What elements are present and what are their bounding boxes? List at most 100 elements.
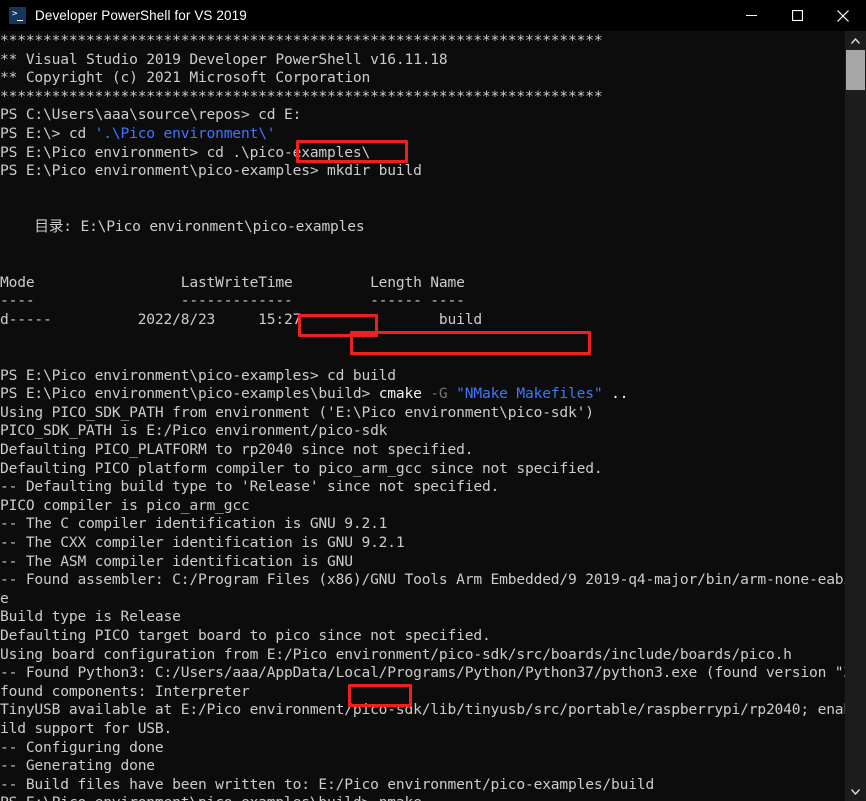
console-line: found components: Interpreter — [0, 683, 845, 702]
console-text: d----- 2022/8/23 15:27 build — [0, 310, 482, 328]
window-controls — [728, 0, 866, 31]
vertical-scrollbar[interactable] — [845, 31, 866, 801]
console-line: -- Configuring done — [0, 739, 845, 758]
console-text: -- Found Python3: C:/Users/aaa/AppData/L… — [0, 664, 845, 682]
console-line: PS E:\Pico environment\pico-examples> cd… — [0, 367, 845, 386]
console-text: cd build — [327, 366, 396, 384]
console-line: ** Visual Studio 2019 Developer PowerShe… — [0, 51, 845, 70]
console-text: Using board configuration from E:/Pico e… — [0, 645, 792, 663]
console-text: -- The ASM compiler identification is GN… — [0, 552, 353, 570]
console-line: -- The C compiler identification is GNU … — [0, 515, 845, 534]
console-text: e — [0, 589, 9, 607]
console-line: PICO compiler is pico_arm_gcc — [0, 497, 845, 516]
console-line: Using PICO_SDK_PATH from environment ('E… — [0, 404, 845, 423]
console-text: found components: Interpreter — [0, 682, 250, 700]
console-line: -- The ASM compiler identification is GN… — [0, 553, 845, 572]
console-text: PS E:\Pico environment\pico-examples> — [0, 366, 328, 384]
console-text: ---- ------------- ------ ---- — [0, 292, 465, 310]
console-line: PS E:\Pico environment\pico-examples\bui… — [0, 794, 845, 801]
console-area: ****************************************… — [0, 31, 866, 801]
console-text: -- Found assembler: C:/Program Files (x8… — [0, 571, 845, 589]
console-line: ild support for USB. — [0, 720, 845, 739]
scroll-down-arrow-icon[interactable] — [845, 782, 866, 801]
console-text: -G — [430, 385, 457, 403]
console-line: ****************************************… — [0, 88, 845, 107]
console-line: Defaulting PICO platform compiler to pic… — [0, 460, 845, 479]
console-line: Using board configuration from E:/Pico e… — [0, 646, 845, 665]
console-line: d----- 2022/8/23 15:27 build — [0, 311, 845, 330]
console-line: TinyUSB available at E:/Pico environment… — [0, 701, 845, 720]
console-line: -- Generating done — [0, 757, 845, 776]
console-text: ****************************************… — [0, 87, 603, 105]
console-line: -- Found assembler: C:/Program Files (x8… — [0, 571, 845, 590]
console-text: cmake — [378, 385, 431, 403]
scrollbar-track[interactable] — [845, 50, 866, 782]
console-line: ****************************************… — [0, 32, 845, 51]
console-text: -- The CXX compiler identification is GN… — [0, 534, 405, 552]
minimize-button[interactable] — [728, 0, 774, 31]
console-line: PS E:\Pico environment> cd .\pico-exampl… — [0, 144, 845, 163]
console-line: Build type is Release — [0, 608, 845, 627]
console-text: ****************************************… — [0, 32, 603, 49]
console-text: Defaulting PICO_PLATFORM to rp2040 since… — [0, 441, 474, 459]
window-title: Developer PowerShell for VS 2019 — [35, 8, 247, 23]
console-line: PS E:\Pico environment\pico-examples\bui… — [0, 385, 845, 404]
console-text: ** Copyright (c) 2021 Microsoft Corporat… — [0, 69, 371, 87]
console-text: PS C:\Users\aaa\source\repos> cd E: — [0, 106, 302, 124]
terminal-window: > Developer PowerShell for VS 2019 *****… — [0, 0, 866, 801]
console-line: -- The CXX compiler identification is GN… — [0, 534, 845, 553]
console-line: -- Defaulting build type to 'Release' si… — [0, 478, 845, 497]
console-text: Build type is Release — [0, 608, 181, 626]
console-text: '.\Pico environment\' — [94, 124, 276, 142]
console-text: PS E:\Pico environment\pico-examples> — [0, 162, 328, 180]
title-bar[interactable]: > Developer PowerShell for VS 2019 — [0, 0, 866, 31]
console-text: -- Generating done — [0, 757, 155, 775]
console-text: -- The C compiler identification is GNU … — [0, 515, 388, 533]
scroll-up-arrow-icon[interactable] — [845, 31, 866, 50]
console-text: PS E:\Pico environment\pico-examples\bui… — [0, 385, 379, 403]
console-text: ** Visual Studio 2019 Developer PowerShe… — [0, 50, 448, 68]
console-text: TinyUSB available at E:/Pico environment… — [0, 701, 845, 719]
console-line: ---- ------------- ------ ---- — [0, 292, 845, 311]
console-output[interactable]: ****************************************… — [0, 31, 845, 801]
scrollbar-thumb[interactable] — [846, 50, 865, 90]
console-text: -- Defaulting build type to 'Release' si… — [0, 478, 500, 496]
console-text: "NMake Makefiles" — [456, 385, 603, 403]
console-text: .. — [602, 385, 629, 403]
console-text: Defaulting PICO target board to pico sin… — [0, 627, 491, 644]
console-line: -- Build files have been written to: E:/… — [0, 776, 845, 795]
console-line: ** Copyright (c) 2021 Microsoft Corporat… — [0, 69, 845, 88]
close-button[interactable] — [820, 0, 866, 31]
console-text: -- Build files have been written to: E:/… — [0, 775, 655, 793]
console-line: PICO_SDK_PATH is E:/Pico environment/pic… — [0, 422, 845, 441]
console-text: 目录: E:\Pico environment\pico-examples — [0, 217, 365, 235]
console-text: mkdir build — [327, 162, 422, 180]
console-line: 目录: E:\Pico environment\pico-examples — [0, 218, 845, 237]
console-line: -- Found Python3: C:/Users/aaa/AppData/L… — [0, 664, 845, 683]
powershell-icon: > — [9, 7, 26, 24]
console-text: Mode LastWriteTime Length Name — [0, 273, 465, 291]
console-line: PS E:\> cd '.\Pico environment\' — [0, 125, 845, 144]
console-line: PS C:\Users\aaa\source\repos> cd E: — [0, 106, 845, 125]
console-text: PICO compiler is pico_arm_gcc — [0, 496, 250, 514]
console-text: nmake — [379, 794, 422, 801]
maximize-button[interactable] — [774, 0, 820, 31]
console-text: ild support for USB. — [0, 719, 173, 737]
console-text: -- Configuring done — [0, 738, 164, 756]
console-text: PS E:\> cd — [0, 124, 95, 142]
console-line: PS E:\Pico environment\pico-examples> mk… — [0, 162, 845, 181]
console-line: Defaulting PICO_PLATFORM to rp2040 since… — [0, 441, 845, 460]
console-text: Using PICO_SDK_PATH from environment ('E… — [0, 403, 594, 421]
console-line: Defaulting PICO target board to pico sin… — [0, 627, 845, 646]
console-text: PS E:\Pico environment\pico-examples\bui… — [0, 794, 379, 801]
console-text: Defaulting PICO platform compiler to pic… — [0, 459, 603, 477]
console-line: e — [0, 590, 845, 609]
console-text: PICO_SDK_PATH is E:/Pico environment/pic… — [0, 422, 388, 440]
console-text: PS E:\Pico environment> cd .\pico-exampl… — [0, 143, 371, 161]
console-line: Mode LastWriteTime Length Name — [0, 274, 845, 293]
